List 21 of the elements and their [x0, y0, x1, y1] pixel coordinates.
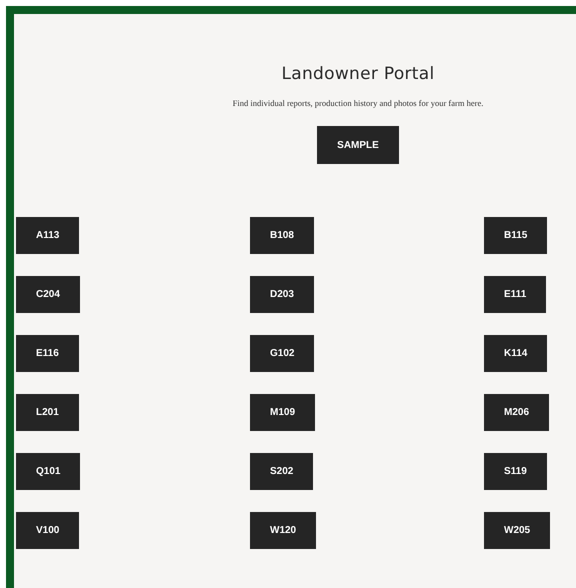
farm-button[interactable]: B115	[484, 217, 548, 254]
farm-button[interactable]: S119	[484, 453, 547, 490]
sample-button[interactable]: SAMPLE	[317, 126, 399, 164]
farm-button[interactable]: D203	[250, 276, 314, 313]
farm-button[interactable]: E116	[16, 335, 79, 372]
farm-button[interactable]: M109	[250, 394, 316, 431]
farm-button[interactable]: V100	[16, 512, 80, 549]
farm-button[interactable]: C204	[16, 276, 80, 313]
farm-button[interactable]: B108	[250, 217, 314, 254]
page-title: Landowner Portal	[281, 64, 435, 84]
farm-button[interactable]: W205	[484, 512, 550, 549]
farm-button[interactable]: G102	[250, 335, 314, 372]
page-subtitle: Find individual reports, production history and photos for your farm here.	[232, 98, 484, 108]
farm-button[interactable]: L201	[16, 394, 79, 431]
farm-button[interactable]: E111	[484, 276, 546, 313]
farm-button[interactable]: K114	[484, 335, 548, 372]
farm-button[interactable]: S202	[250, 453, 314, 490]
farm-button[interactable]: A113	[16, 217, 80, 254]
farm-button[interactable]: Q101	[16, 453, 80, 490]
farm-button[interactable]: M206	[484, 394, 550, 431]
farm-button[interactable]: W120	[250, 512, 316, 549]
